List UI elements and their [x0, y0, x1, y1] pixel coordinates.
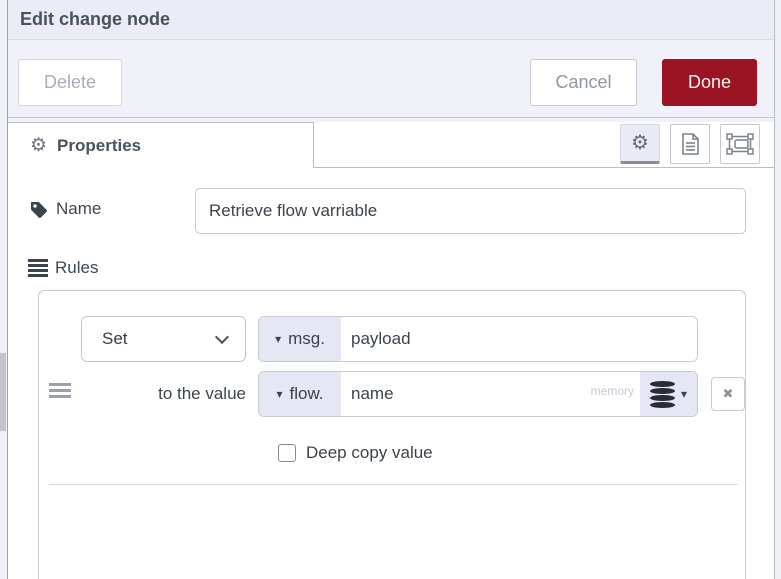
- properties-panel: Name Rules Set ▾ msg. payload to the val…: [8, 168, 774, 579]
- rule-target-typed-input: ▾ msg. payload: [258, 316, 698, 362]
- triangle-down-icon: ▾: [680, 387, 688, 401]
- context-store-button[interactable]: ▾: [640, 372, 697, 416]
- deep-copy-checkbox[interactable]: [278, 444, 296, 462]
- dialog-toolbar: Delete Cancel Done: [8, 40, 774, 118]
- appearance-icon-button[interactable]: [720, 124, 760, 164]
- rule-value-input[interactable]: name memory: [341, 372, 640, 416]
- dialog-header: Edit change node: [8, 0, 774, 40]
- rule-action-select[interactable]: Set: [81, 316, 246, 362]
- rules-label: Rules: [55, 258, 99, 277]
- tab-properties-label: Properties: [57, 135, 142, 155]
- rule-value-type-label: flow.: [289, 384, 324, 403]
- rule-to-label: to the value: [158, 384, 246, 403]
- rule-drag-handle[interactable]: [49, 383, 71, 398]
- edit-change-node-dialog: Edit change node Delete Cancel Done ⚙ Pr…: [8, 0, 775, 579]
- name-label: Name: [56, 199, 102, 218]
- deep-copy-label: Deep copy value: [306, 443, 433, 462]
- scrollbar-thumb[interactable]: [0, 353, 6, 431]
- delete-button[interactable]: Delete: [18, 59, 122, 106]
- done-button[interactable]: Done: [662, 59, 757, 106]
- name-input[interactable]: [195, 188, 746, 234]
- triangle-down-icon: ▾: [275, 332, 282, 346]
- rule-value-typed-input: ▾ flow. name memory ▾: [258, 371, 698, 417]
- rules-list: Set ▾ msg. payload to the value ▾ flow.: [38, 290, 746, 579]
- gear-icon: ⚙: [631, 132, 649, 154]
- context-store-hint: memory: [590, 384, 634, 398]
- rule-delete-button[interactable]: ✖: [711, 377, 745, 411]
- rule-item-divider: [49, 484, 738, 485]
- properties-icon-button[interactable]: ⚙: [620, 124, 660, 164]
- tag-icon: [31, 202, 47, 218]
- document-icon: [682, 133, 699, 155]
- rule-value-type-button[interactable]: ▾ flow.: [259, 372, 341, 416]
- appearance-icon: [726, 133, 754, 155]
- workspace-edge: [0, 0, 8, 579]
- dialog-title: Edit change node: [20, 9, 171, 29]
- cancel-button[interactable]: Cancel: [530, 59, 637, 106]
- tab-properties[interactable]: ⚙ Properties: [8, 122, 314, 168]
- editor-tab-icon-buttons: ⚙: [620, 124, 760, 164]
- close-icon: ✖: [722, 386, 734, 401]
- rule-target-type-button[interactable]: ▾ msg.: [259, 317, 341, 361]
- description-icon-button[interactable]: [670, 124, 710, 164]
- rule-target-input[interactable]: payload: [341, 317, 697, 361]
- rule-value-text: name: [351, 384, 394, 403]
- list-icon: [28, 259, 48, 277]
- gear-icon: ⚙: [30, 135, 48, 156]
- editor-tab-row: ⚙ Properties ⚙: [8, 118, 774, 168]
- triangle-down-icon: ▾: [276, 387, 283, 401]
- database-icon: [649, 380, 675, 408]
- rule-target-type-label: msg.: [288, 329, 325, 348]
